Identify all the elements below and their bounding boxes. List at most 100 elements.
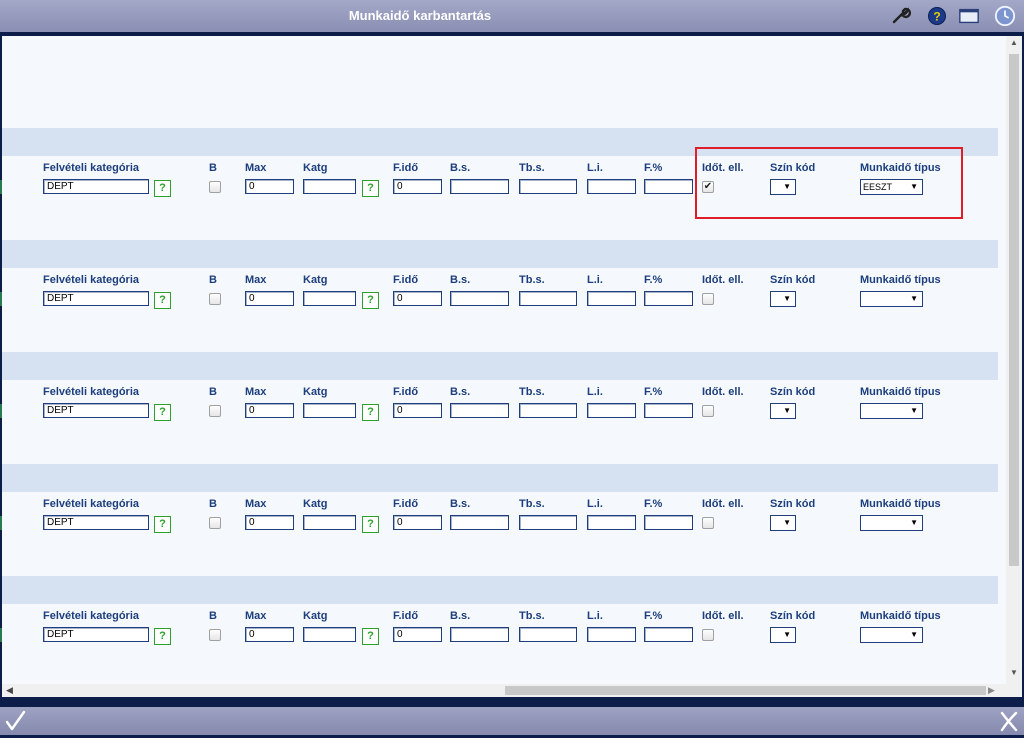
label-f-ido: F.idő: [393, 162, 419, 174]
l-i-input[interactable]: [587, 515, 636, 530]
munkaido-tipus-select[interactable]: ▼: [860, 403, 923, 419]
horizontal-scrollbar[interactable]: ◀ ▶: [2, 684, 998, 697]
chevron-down-icon: ▼: [783, 518, 791, 527]
f-szazalek-input[interactable]: [644, 515, 693, 530]
label-max: Max: [245, 162, 267, 174]
row-marker: [0, 292, 2, 306]
max-input[interactable]: 0: [245, 627, 294, 642]
max-input[interactable]: 0: [245, 179, 294, 194]
l-i-input[interactable]: [587, 291, 636, 306]
b-s-input[interactable]: [450, 627, 509, 642]
katg-help-button[interactable]: ?: [362, 628, 379, 645]
idot-ell-checkbox[interactable]: [702, 293, 714, 305]
vertical-scrollbar[interactable]: ▲ ▼: [1006, 36, 1022, 684]
szin-kod-select[interactable]: ▼: [770, 403, 796, 419]
felveteli-help-button[interactable]: ?: [154, 628, 171, 645]
window-icon[interactable]: [958, 5, 980, 27]
f-szazalek-input[interactable]: [644, 627, 693, 642]
b-checkbox[interactable]: [209, 293, 221, 305]
felveteli-kategoria-input[interactable]: DEPT: [43, 403, 149, 418]
f-ido-input[interactable]: 0: [393, 403, 442, 418]
idot-ell-checkbox[interactable]: [702, 405, 714, 417]
label-max: Max: [245, 386, 267, 398]
max-input[interactable]: 0: [245, 403, 294, 418]
vertical-scroll-thumb[interactable]: [1009, 54, 1019, 566]
munkaido-tipus-select[interactable]: ▼: [860, 291, 923, 307]
label-f-szazalek: F.%: [644, 162, 663, 174]
idot-ell-checkbox[interactable]: [702, 629, 714, 641]
b-checkbox[interactable]: [209, 405, 221, 417]
label-tb-s: Tb.s.: [519, 386, 545, 398]
label-b: B: [209, 386, 217, 398]
felveteli-help-button[interactable]: ?: [154, 404, 171, 421]
katg-help-button[interactable]: ?: [362, 404, 379, 421]
katg-help-button[interactable]: ?: [362, 516, 379, 533]
scrollbar-corner: [998, 684, 1022, 697]
wrench-icon[interactable]: [890, 5, 912, 27]
l-i-input[interactable]: [587, 179, 636, 194]
munkaido-tipus-select[interactable]: ▼: [860, 515, 923, 531]
label-katg: Katg: [303, 274, 328, 286]
scroll-left-icon[interactable]: ◀: [6, 685, 13, 696]
b-checkbox[interactable]: [209, 517, 221, 529]
felveteli-help-button[interactable]: ?: [154, 292, 171, 309]
f-ido-input[interactable]: 0: [393, 627, 442, 642]
tb-s-input[interactable]: [519, 291, 577, 306]
b-s-input[interactable]: [450, 179, 509, 194]
f-szazalek-input[interactable]: [644, 179, 693, 194]
szin-kod-select[interactable]: ▼: [770, 627, 796, 643]
label-katg: Katg: [303, 162, 328, 174]
katg-input[interactable]: [303, 179, 356, 194]
felveteli-kategoria-input[interactable]: DEPT: [43, 627, 149, 642]
label-munkaido-tipus: Munkaidő típus: [860, 610, 941, 622]
katg-input[interactable]: [303, 627, 356, 642]
idot-ell-checkbox[interactable]: [702, 517, 714, 529]
scroll-up-icon[interactable]: ▲: [1010, 38, 1018, 47]
szin-kod-select[interactable]: ▼: [770, 515, 796, 531]
felveteli-help-button[interactable]: ?: [154, 516, 171, 533]
scroll-right-icon[interactable]: ▶: [988, 685, 995, 696]
felveteli-kategoria-input[interactable]: DEPT: [43, 515, 149, 530]
tb-s-input[interactable]: [519, 179, 577, 194]
katg-input[interactable]: [303, 291, 356, 306]
l-i-input[interactable]: [587, 403, 636, 418]
tb-s-input[interactable]: [519, 627, 577, 642]
checkmark-icon[interactable]: [4, 709, 26, 738]
munkaido-tipus-select[interactable]: ▼: [860, 627, 923, 643]
b-checkbox[interactable]: [209, 629, 221, 641]
label-b-s: B.s.: [450, 386, 471, 398]
f-szazalek-input[interactable]: [644, 403, 693, 418]
katg-help-button[interactable]: ?: [362, 292, 379, 309]
felveteli-kategoria-input[interactable]: DEPT: [43, 179, 149, 194]
b-s-input[interactable]: [450, 515, 509, 530]
f-szazalek-input[interactable]: [644, 291, 693, 306]
row-band: [2, 240, 998, 268]
szin-kod-select[interactable]: ▼: [770, 291, 796, 307]
katg-input[interactable]: [303, 515, 356, 530]
help-icon[interactable]: ?: [926, 5, 948, 27]
f-ido-input[interactable]: 0: [393, 515, 442, 530]
horizontal-scroll-thumb[interactable]: [505, 686, 986, 695]
label-idot-ell: Időt. ell.: [702, 610, 744, 622]
clock-icon[interactable]: [994, 5, 1016, 27]
label-tb-s: Tb.s.: [519, 498, 545, 510]
label-katg: Katg: [303, 610, 328, 622]
x-close-icon[interactable]: [998, 709, 1020, 738]
b-checkbox[interactable]: [209, 181, 221, 193]
tb-s-input[interactable]: [519, 515, 577, 530]
f-ido-input[interactable]: 0: [393, 179, 442, 194]
max-input[interactable]: 0: [245, 515, 294, 530]
katg-help-button[interactable]: ?: [362, 180, 379, 197]
b-s-input[interactable]: [450, 291, 509, 306]
l-i-input[interactable]: [587, 627, 636, 642]
f-ido-input[interactable]: 0: [393, 291, 442, 306]
max-input[interactable]: 0: [245, 291, 294, 306]
felveteli-kategoria-input[interactable]: DEPT: [43, 291, 149, 306]
scroll-down-icon[interactable]: ▼: [1010, 668, 1018, 677]
row-band: [2, 352, 998, 380]
label-b-s: B.s.: [450, 274, 471, 286]
tb-s-input[interactable]: [519, 403, 577, 418]
katg-input[interactable]: [303, 403, 356, 418]
felveteli-help-button[interactable]: ?: [154, 180, 171, 197]
b-s-input[interactable]: [450, 403, 509, 418]
